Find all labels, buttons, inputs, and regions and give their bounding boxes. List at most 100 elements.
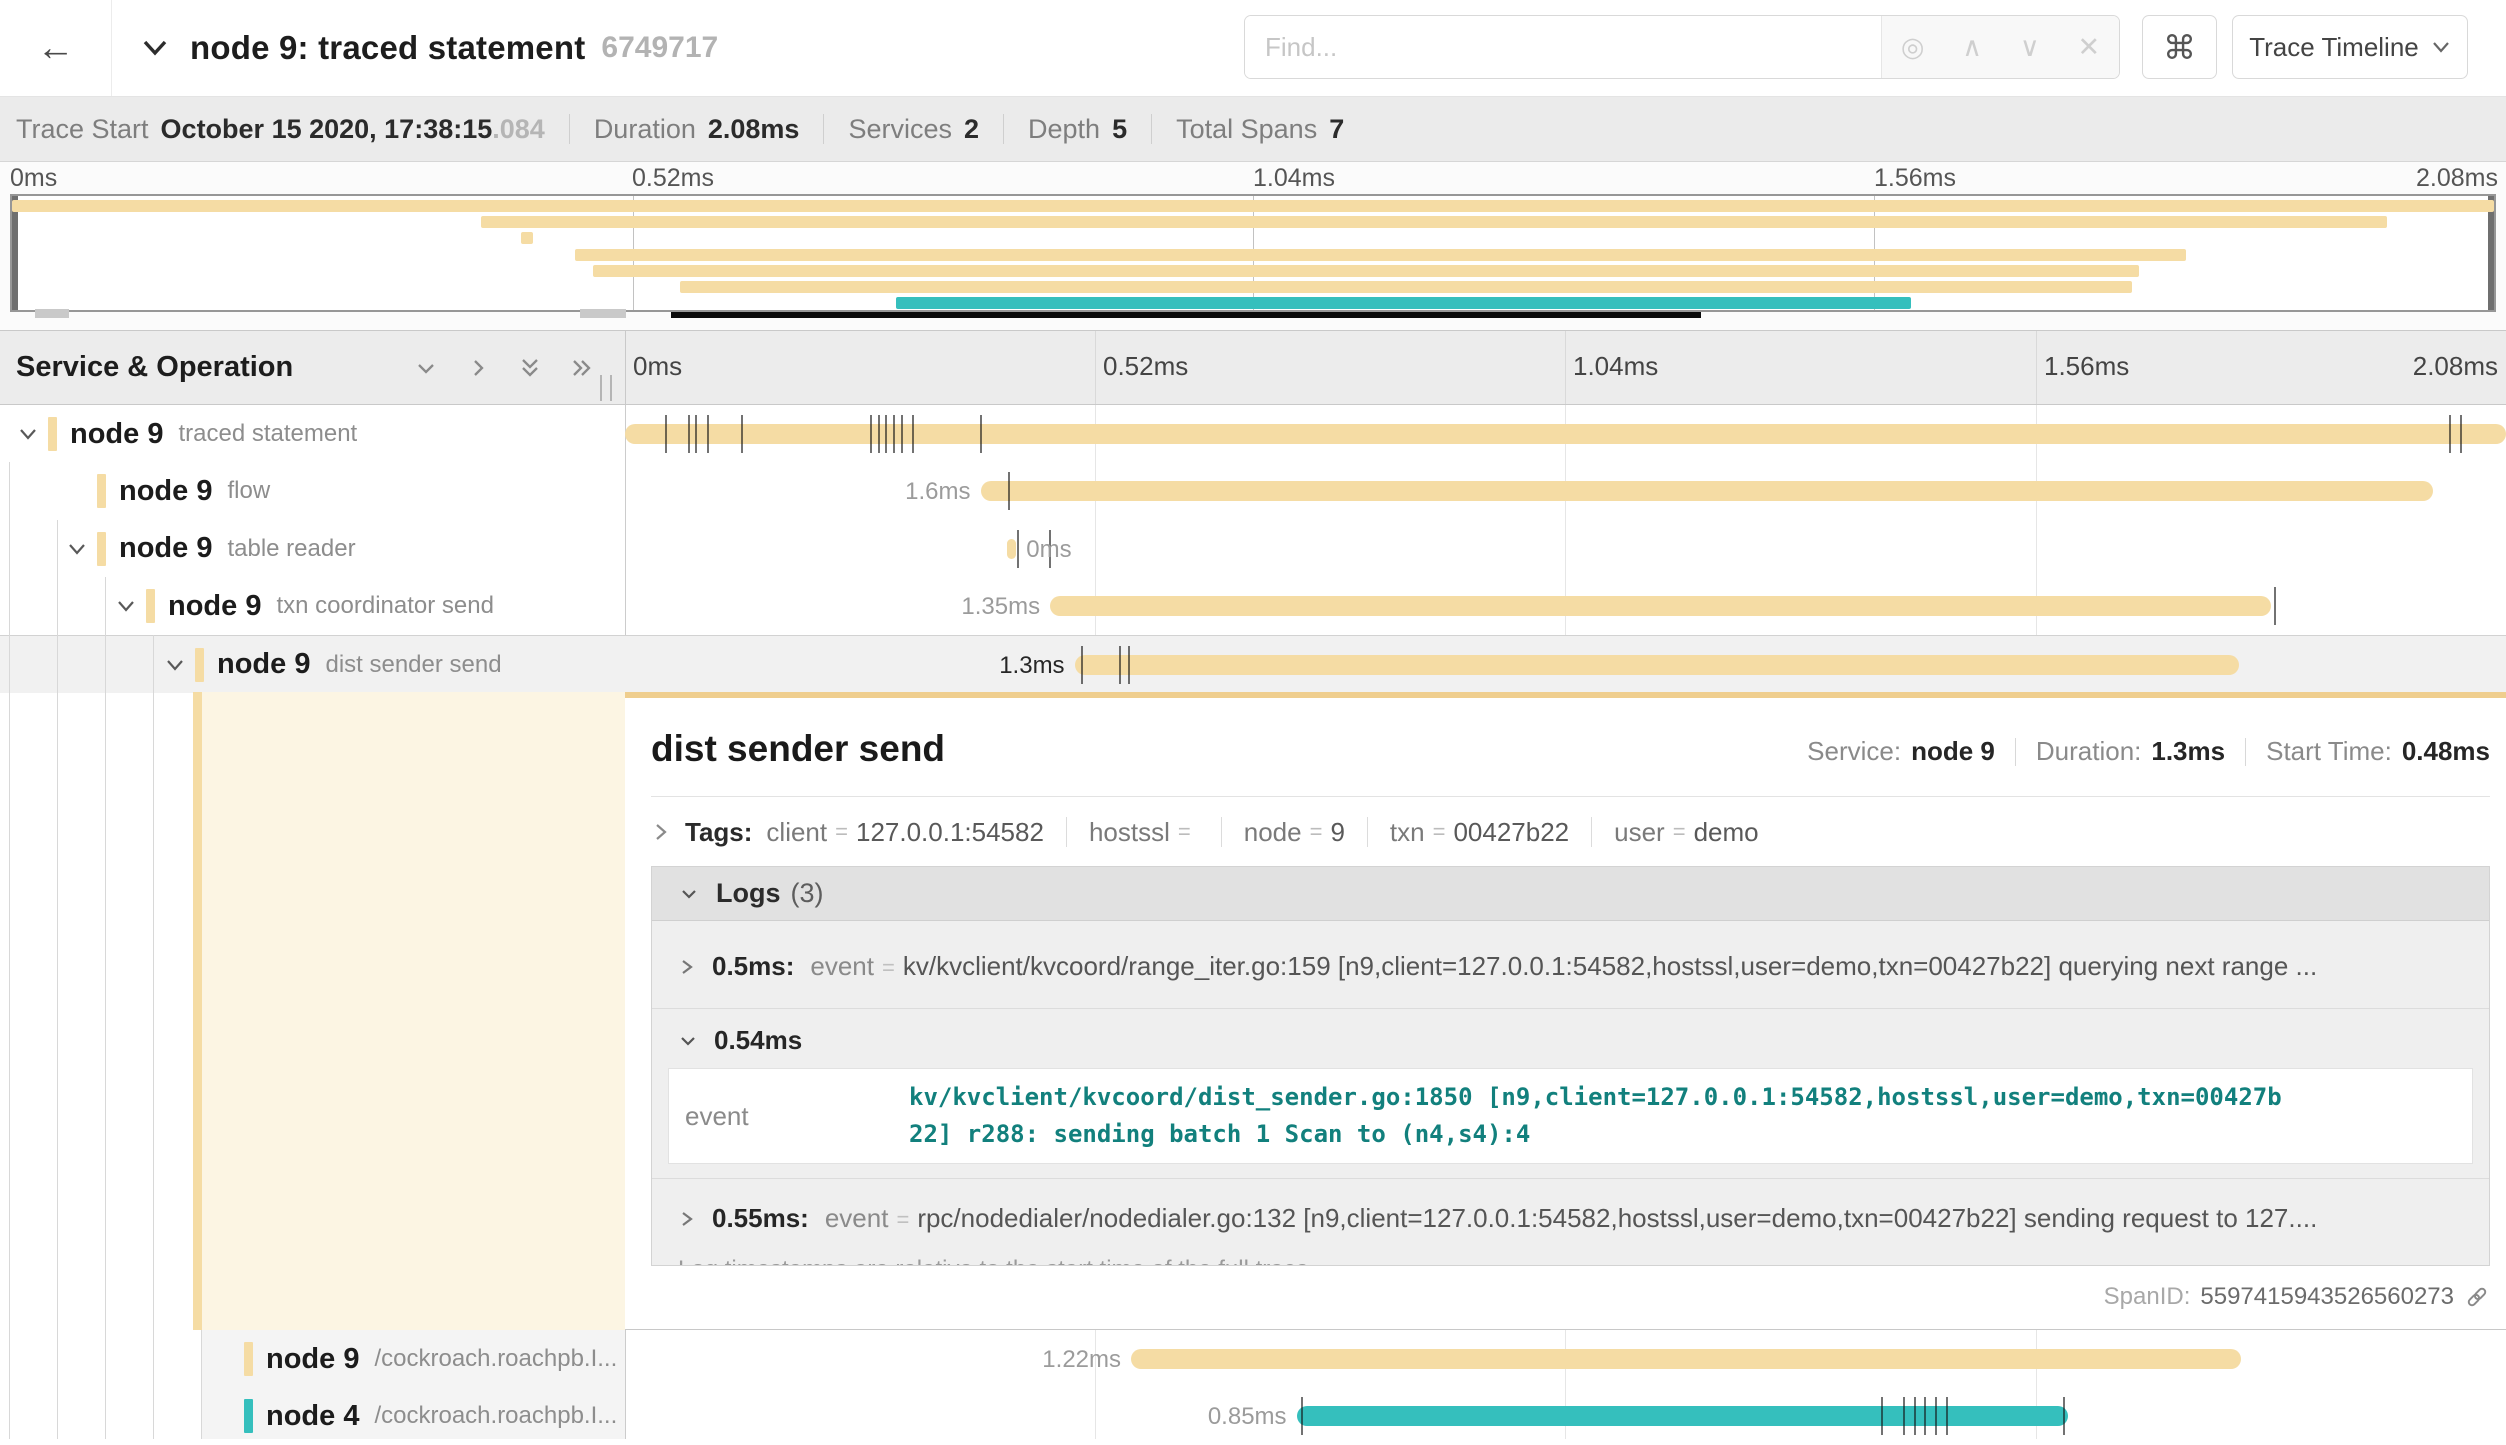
minimap-grip[interactable] — [35, 309, 69, 318]
span-duration-bar[interactable] — [1050, 596, 2271, 616]
timeline-header-row: Service & Operation 0ms 0.52ms 1.04ms 1.… — [0, 330, 2506, 405]
minimap-span-bar — [593, 265, 2139, 277]
span-duration-bar[interactable] — [981, 481, 2433, 501]
minimap-span-bar — [481, 216, 2387, 228]
log-marker — [893, 415, 895, 453]
equals-sign: = — [1433, 819, 1446, 845]
trace-start-label: Trace Start — [16, 114, 149, 145]
chevron-right-icon — [678, 1208, 696, 1230]
duration-label: Duration: — [2036, 736, 2142, 767]
tag-key: node — [1244, 817, 1302, 848]
log-marker — [885, 415, 887, 453]
span-name[interactable]: node 9dist sender send — [217, 636, 502, 694]
span-operation-name: flow — [227, 477, 270, 505]
locate-icon[interactable]: ◎ — [1901, 32, 1925, 63]
span-row[interactable]: node 9txn coordinator send1.35ms — [0, 577, 2506, 635]
span-duration-bar[interactable] — [1007, 539, 1016, 559]
span-name[interactable]: node 9/cockroach.roachpb.I... — [266, 1330, 617, 1388]
log-timestamp: 0.5ms: — [712, 951, 794, 982]
span-row[interactable]: node 9dist sender send1.3ms — [0, 635, 2506, 693]
selected-span-subtree-band — [193, 692, 625, 1330]
minimap-left-scrubber[interactable] — [12, 196, 18, 310]
chevron-down-icon[interactable] — [114, 594, 138, 623]
equals-sign: = — [882, 955, 895, 981]
prev-match-icon[interactable]: ∧ — [1962, 32, 1982, 63]
divider — [1367, 817, 1368, 847]
expand-one-icon[interactable] — [412, 354, 440, 382]
duration-value: 1.3ms — [2151, 736, 2225, 767]
minimap-tick-label: 1.04ms — [1253, 164, 1335, 193]
span-duration-bar[interactable] — [1297, 1406, 2068, 1426]
collapse-trace-chevron-icon[interactable] — [140, 36, 170, 60]
log-marker — [1903, 1397, 1905, 1435]
span-name[interactable]: node 9flow — [119, 462, 270, 520]
log-marker — [1914, 1397, 1916, 1435]
start-time-value: 0.48ms — [2402, 736, 2490, 767]
span-duration-bar[interactable] — [625, 424, 2506, 444]
span-row[interactable]: node 9table reader 0ms — [0, 520, 2506, 578]
expand-collapse-controls — [412, 331, 596, 404]
expand-all-icon[interactable] — [516, 354, 544, 382]
view-dropdown-button[interactable]: Trace Timeline — [2232, 15, 2468, 79]
span-duration-label: 0ms — [1026, 536, 1071, 564]
span-color-bar — [244, 1342, 253, 1376]
span-color-bar — [48, 417, 57, 451]
logs-header[interactable]: Logs (3) — [652, 867, 2489, 921]
span-color-bar — [97, 532, 106, 566]
keyboard-shortcuts-button[interactable]: ⌘ — [2142, 15, 2217, 79]
log-marker — [1128, 646, 1130, 684]
span-row[interactable]: node 4/cockroach.roachpb.I...0.85ms — [0, 1387, 2506, 1445]
span-row[interactable]: node 9/cockroach.roachpb.I...1.22ms — [0, 1330, 2506, 1388]
logs-count: (3) — [791, 878, 824, 909]
log-entry-expanded-header[interactable]: 0.54ms — [652, 1008, 2489, 1068]
start-time-label: Start Time: — [2266, 736, 2392, 767]
minimap-span-bar — [12, 200, 2494, 212]
span-row[interactable]: node 9flow1.6ms — [0, 462, 2506, 520]
trace-start-value: October 15 2020, 17:38:15.084 — [161, 114, 545, 145]
chevron-down-icon[interactable] — [16, 422, 40, 451]
collapse-all-icon[interactable] — [568, 354, 596, 382]
minimap-canvas[interactable] — [10, 194, 2496, 312]
divider — [1591, 817, 1592, 847]
span-name[interactable]: node 4/cockroach.roachpb.I... — [266, 1387, 617, 1445]
tree-indent-guide — [153, 635, 154, 1439]
chevron-down-icon[interactable] — [65, 537, 89, 566]
timeline-scroll-indicator[interactable] — [671, 312, 1701, 318]
span-row[interactable]: node 9traced statement — [0, 405, 2506, 463]
span-name[interactable]: node 9txn coordinator send — [168, 577, 494, 635]
minimap-right-scrubber[interactable] — [2488, 196, 2494, 310]
divider — [1221, 817, 1222, 847]
timeline-tick-label: 1.04ms — [1573, 351, 1658, 382]
chevron-down-icon[interactable] — [163, 653, 187, 682]
find-input[interactable] — [1245, 16, 1881, 78]
chevron-right-icon — [651, 820, 671, 844]
trace-start-fraction: .084 — [492, 114, 545, 144]
log-entry[interactable]: 0.55ms: event = rpc/nodedialer/nodediale… — [652, 1178, 2489, 1250]
column-resizer[interactable] — [600, 375, 612, 401]
log-entry[interactable]: 0.5ms: event = kv/kvclient/kvcoord/range… — [652, 921, 2489, 1008]
span-service-name: node 4 — [266, 1400, 359, 1433]
divider — [1066, 817, 1067, 847]
back-button[interactable]: ← — [0, 0, 112, 96]
minimap-grip[interactable] — [580, 309, 626, 318]
tag-key: client — [766, 817, 827, 848]
log-marker — [688, 415, 690, 453]
command-icon: ⌘ — [2163, 28, 2196, 67]
log-marker — [2460, 415, 2462, 453]
span-name[interactable]: node 9traced statement — [70, 405, 357, 463]
span-duration-bar[interactable] — [1131, 1349, 2241, 1369]
span-duration-bar[interactable] — [1075, 655, 2239, 675]
clear-search-icon[interactable]: ✕ — [2077, 32, 2100, 63]
link-icon[interactable] — [2464, 1284, 2490, 1310]
tree-indent-guide — [105, 577, 106, 1439]
span-name[interactable]: node 9table reader — [119, 520, 356, 578]
depth-label: Depth — [1028, 114, 1100, 145]
next-match-icon[interactable]: ∨ — [2020, 32, 2040, 63]
tag-value: demo — [1694, 817, 1759, 848]
log-value: kv/kvclient/kvcoord/range_iter.go:159 [n… — [903, 951, 2317, 982]
chevron-down-icon — [2431, 40, 2451, 54]
collapse-one-icon[interactable] — [464, 354, 492, 382]
selected-span-color-bar — [193, 692, 202, 1330]
log-marker — [912, 415, 914, 453]
tags-row[interactable]: Tags: client=127.0.0.1:54582hostssl=node… — [651, 810, 2490, 854]
